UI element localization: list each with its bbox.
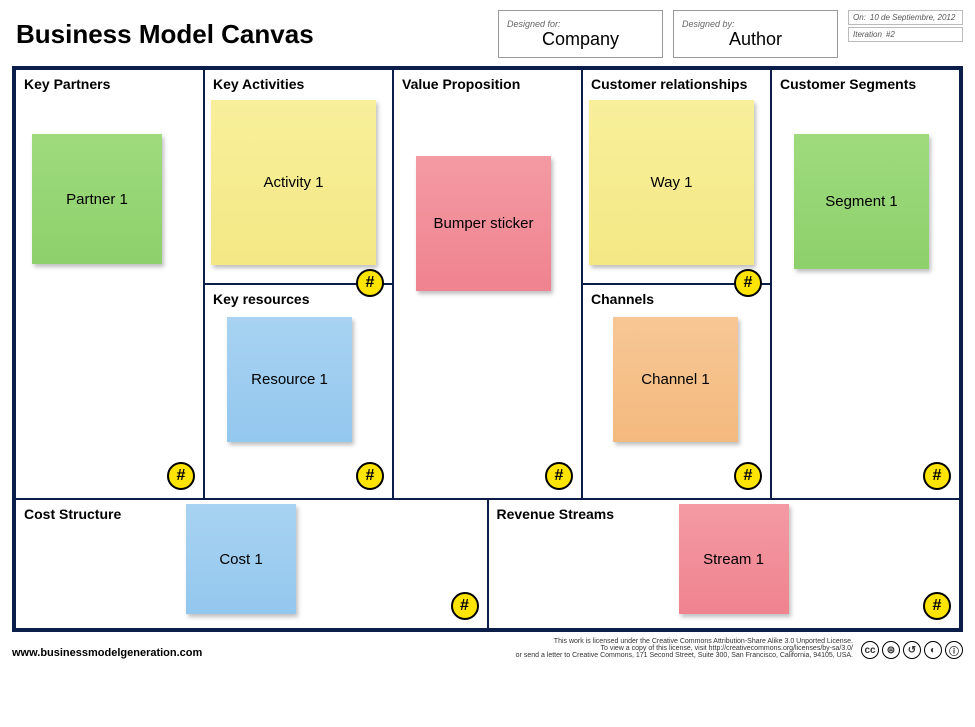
cell-channels: Channels Channel 1 #: [582, 284, 771, 499]
note-segment: Segment 1: [794, 134, 929, 269]
cc-icons: cc ⊜ ↺ ◐ ⓘ: [861, 641, 963, 659]
designed-for-label: Designed for:: [507, 19, 654, 29]
meta-small: On: 10 de Septiembre, 2012 Iteration #2: [848, 10, 963, 58]
hash-icon: #: [734, 269, 762, 297]
cc-icon: ↺: [903, 641, 921, 659]
footer-url: www.businessmodelgeneration.com: [12, 647, 202, 659]
on-label: On:: [853, 13, 866, 22]
note-activity: Activity 1: [211, 100, 376, 265]
hash-icon: #: [545, 462, 573, 490]
footer-right: This work is licensed under the Creative…: [516, 638, 963, 659]
hash-icon: #: [734, 462, 762, 490]
cell-revenue-streams: Revenue Streams Stream 1 #: [488, 499, 961, 629]
hash-icon: #: [451, 592, 479, 620]
header: Business Model Canvas Designed for: Comp…: [12, 10, 963, 58]
cell-key-activities: Key Activities Activity 1 #: [204, 69, 393, 284]
license-text: This work is licensed under the Creative…: [516, 638, 853, 659]
designed-for-box: Designed for: Company: [498, 10, 663, 58]
cell-key-partners: Key Partners Partner 1 #: [15, 69, 204, 499]
iteration-value: #2: [886, 30, 895, 39]
cell-customer-segments: Customer Segments Segment 1 #: [771, 69, 960, 499]
license-line3: or send a letter to Creative Commons, 17…: [516, 652, 853, 659]
hash-icon: #: [923, 592, 951, 620]
note-value: Bumper sticker: [416, 156, 551, 291]
footer: www.businessmodelgeneration.com This wor…: [12, 638, 963, 659]
on-box: On: 10 de Septiembre, 2012: [848, 10, 963, 25]
page-title: Business Model Canvas: [12, 10, 488, 58]
cell-customer-relationships: Customer relationships Way 1 #: [582, 69, 771, 284]
designed-by-label: Designed by:: [682, 19, 829, 29]
cell-key-resources: Key resources Resource 1 #: [204, 284, 393, 499]
heading-key-partners: Key Partners: [24, 76, 195, 92]
license-line1: This work is licensed under the Creative…: [516, 638, 853, 645]
cell-cost-structure: Cost Structure Cost 1 #: [15, 499, 488, 629]
heading-key-activities: Key Activities: [213, 76, 384, 92]
note-relationship: Way 1: [589, 100, 754, 265]
on-value: 10 de Septiembre, 2012: [870, 13, 955, 22]
designed-for-value: Company: [507, 29, 654, 50]
iteration-box: Iteration #2: [848, 27, 963, 42]
note-channel: Channel 1: [613, 317, 738, 442]
hash-icon: #: [923, 462, 951, 490]
hash-icon: #: [167, 462, 195, 490]
heading-customer-segments: Customer Segments: [780, 76, 951, 92]
cell-value-proposition: Value Proposition Bumper sticker #: [393, 69, 582, 499]
note-partner: Partner 1: [32, 134, 162, 264]
note-revenue: Stream 1: [679, 504, 789, 614]
heading-customer-relationships: Customer relationships: [591, 76, 762, 92]
iteration-label: Iteration: [853, 30, 882, 39]
designed-by-value: Author: [682, 29, 829, 50]
designed-by-box: Designed by: Author: [673, 10, 838, 58]
heading-channels: Channels: [591, 291, 762, 307]
cc-icon: ⓘ: [945, 641, 963, 659]
cc-icon: ⊜: [882, 641, 900, 659]
heading-key-resources: Key resources: [213, 291, 384, 307]
cc-icon: cc: [861, 641, 879, 659]
hash-icon: #: [356, 462, 384, 490]
heading-value-proposition: Value Proposition: [402, 76, 573, 92]
note-resource: Resource 1: [227, 317, 352, 442]
cc-icon: ◐: [924, 641, 942, 659]
canvas-grid: Key Partners Partner 1 # Key Activities …: [12, 66, 963, 632]
hash-icon: #: [356, 269, 384, 297]
note-cost: Cost 1: [186, 504, 296, 614]
license-line2: To view a copy of this license, visit ht…: [516, 645, 853, 652]
